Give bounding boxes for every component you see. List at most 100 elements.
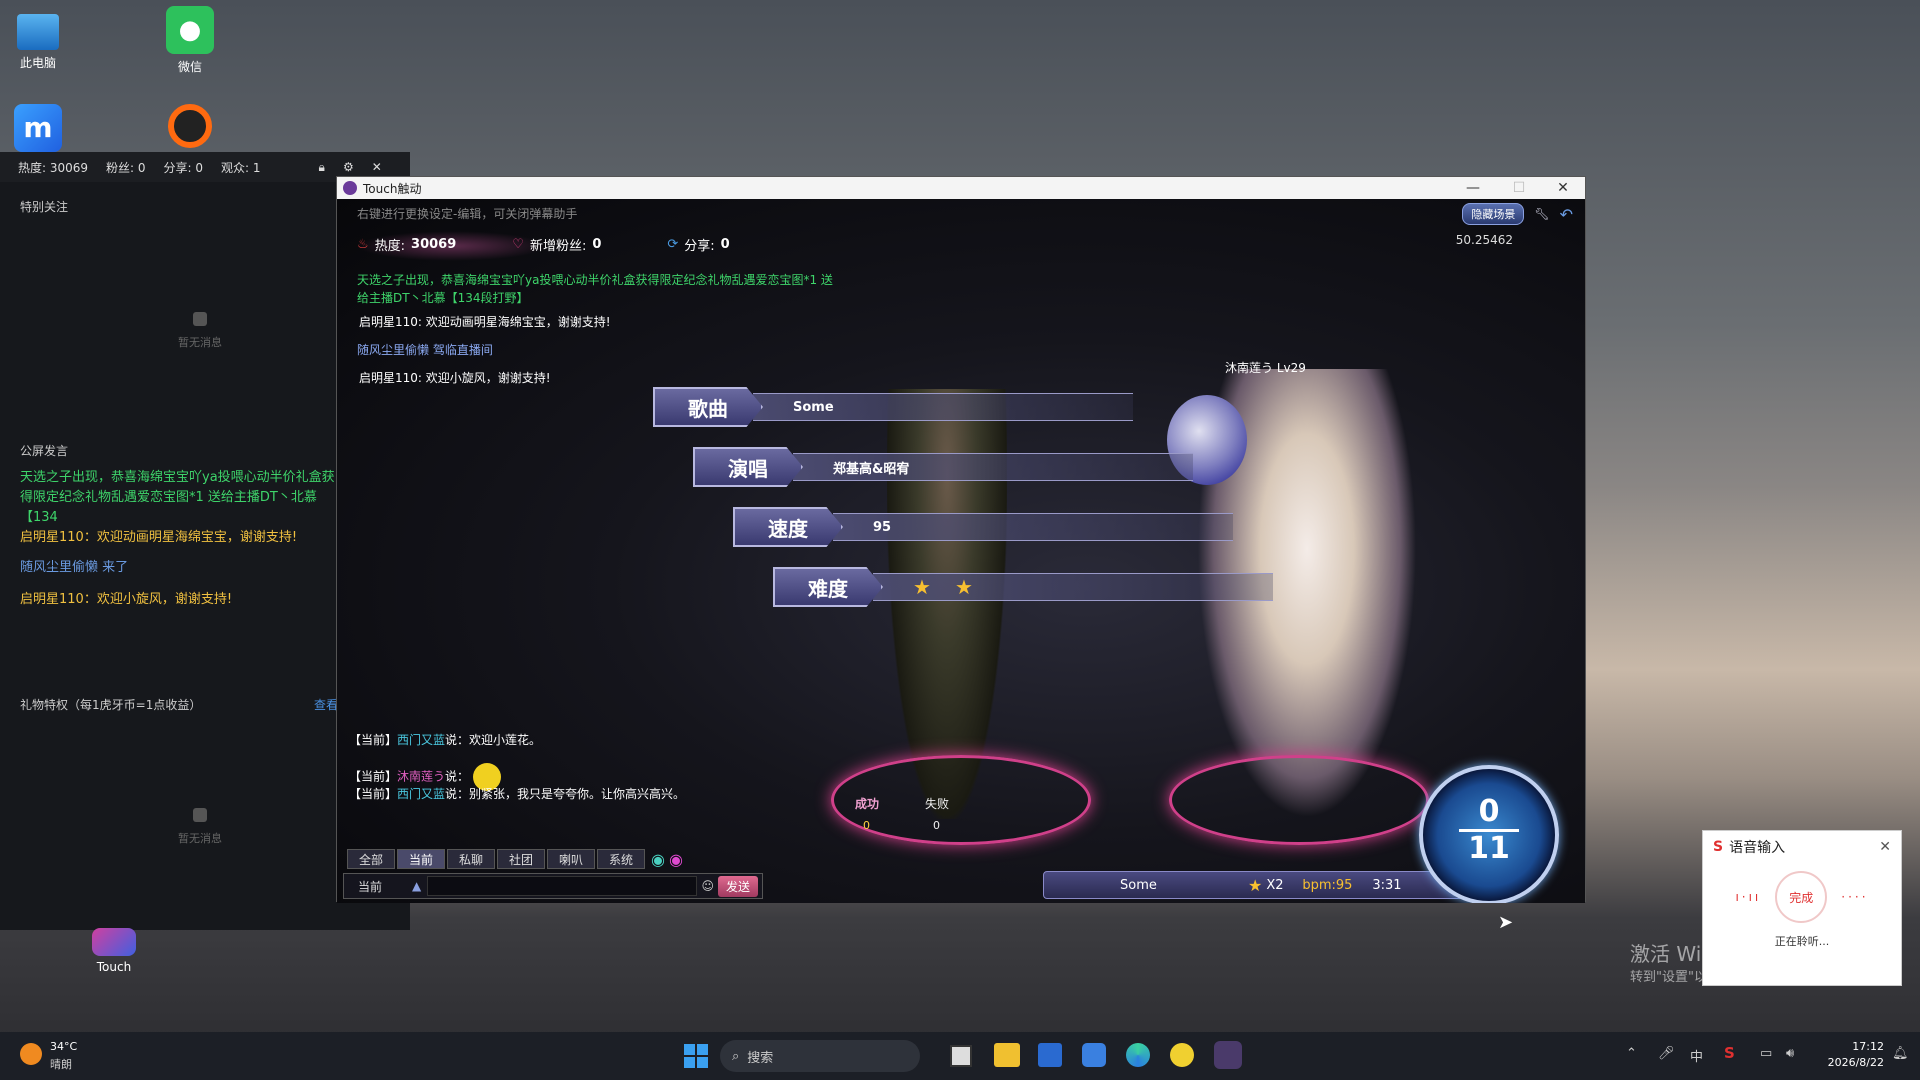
tab-speaker[interactable]: 喇叭	[547, 849, 595, 869]
chat-user[interactable]: 沐南莲う	[397, 770, 445, 784]
close-button[interactable]: ✕	[1543, 177, 1583, 199]
chat-text: 说：欢迎小莲花。	[445, 733, 542, 747]
task-view-icon[interactable]	[950, 1045, 972, 1067]
tab-private[interactable]: 私聊	[447, 849, 495, 869]
song-status-bar: Some ★ X2 bpm:95 3:31	[1043, 871, 1463, 899]
coordinate-readout: 50.25462	[1455, 233, 1513, 247]
share-label: 分享:	[684, 239, 715, 254]
tab-system[interactable]: 系统	[597, 849, 645, 869]
tab-all[interactable]: 全部	[347, 849, 395, 869]
action-icon[interactable]: ◉	[669, 850, 683, 869]
chat-prefix: 【当前】	[349, 733, 398, 747]
heat-stat: 热度: 30069	[18, 160, 89, 175]
close-icon[interactable]: ✕	[372, 160, 382, 174]
heart-floor-right	[1169, 755, 1429, 845]
song-label: 歌曲	[653, 387, 763, 427]
song-value: Some	[753, 393, 1133, 421]
empty-icon	[193, 312, 207, 326]
channel-select[interactable]: 当前	[344, 878, 412, 895]
public-chat-title: 公屏发言	[20, 444, 69, 458]
empty-text: 暂无消息	[178, 336, 222, 349]
weather-desc[interactable]: 晴朗	[50, 1056, 72, 1072]
search-placeholder: 搜索	[747, 1050, 774, 1066]
game-stats: ♨ 热度: 30069 ♡ 新增粉丝: 0 ⟳ 分享: 0	[357, 235, 730, 254]
empty-follow: 暂无消息	[170, 312, 230, 350]
chat-user[interactable]: 西门又蓝	[397, 787, 445, 801]
notification-icon[interactable]: 🔔︎	[1892, 1046, 1909, 1061]
network-icon[interactable]: ▭	[1760, 1046, 1772, 1061]
ime-icon[interactable]: 中	[1690, 1046, 1703, 1065]
volume-icon[interactable]: 🔊︎	[1786, 1046, 1794, 1061]
chat-prefix: 【当前】	[349, 787, 398, 801]
desktop-icon-meitu[interactable]: m	[0, 104, 78, 156]
maximize-button[interactable]: ☐	[1499, 177, 1539, 199]
hide-scene-button[interactable]: 隐藏场景	[1462, 203, 1525, 225]
file-explorer-icon[interactable]	[994, 1043, 1020, 1067]
bottom-chat-3: 【当前】西门又蓝说：别紧张，我只是夸夸你。让你高兴高兴。	[349, 785, 685, 802]
weather-sun-icon[interactable]	[20, 1043, 42, 1065]
edge-icon[interactable]	[1126, 1043, 1150, 1067]
record-icon	[168, 104, 212, 148]
sogou-icon: S	[1713, 839, 1724, 855]
touch-game-icon	[92, 928, 136, 956]
danmaku-tip: 右键进行更换设定-编辑，可关闭弹幕助手	[357, 207, 578, 221]
taskbar: 34°C 晴朗 ⌕ 搜索 ⌃ 🎤︎ 中 S ▭ 🔊︎ 17:12 2026/8/…	[0, 1032, 1920, 1080]
sogou-tray-icon[interactable]: S	[1724, 1044, 1735, 1062]
voice-close-icon[interactable]: ✕	[1879, 839, 1891, 855]
clock-date[interactable]: 2026/8/22	[1820, 1056, 1884, 1069]
status-star-icon: ★	[1248, 875, 1263, 895]
singer-row: 演唱 郑基高&昭宥	[693, 447, 1193, 487]
status-multiplier: X2	[1266, 877, 1284, 893]
public-msg-3: 随风尘里偷懒 来了	[20, 560, 129, 575]
tray-chevron-icon[interactable]: ⌃	[1626, 1046, 1637, 1061]
public-msg-4: 启明星110：欢迎小旋风，谢谢支持!	[20, 592, 233, 607]
voice-input-panel: S 语音输入 ✕ ı·ıı 完成 ···· 正在聆听...	[1702, 830, 1902, 986]
desktop-icon-touch[interactable]: Touch	[74, 928, 154, 974]
status-bpm: bpm:95	[1302, 877, 1353, 893]
public-msg-2: 启明星110：欢迎动画明星海绵宝宝，谢谢支持!	[20, 530, 298, 545]
settings-icon[interactable]: ⚙	[343, 160, 354, 174]
fail-label: 失败	[925, 797, 950, 811]
microphone-icon[interactable]: 🎤︎	[1658, 1046, 1675, 1061]
public-msg-1: 天选之子出现，恭喜海绵宝宝吖ya投喂心动半价礼盒获得限定纪念礼物乱遇爱恋宝图*1…	[20, 470, 335, 525]
minimize-button[interactable]: —	[1453, 177, 1493, 199]
star-icon: ★	[954, 575, 973, 599]
desktop-icon-record[interactable]	[150, 104, 230, 152]
game-scene[interactable]: 右键进行更换设定-编辑，可关闭弹幕助手 ♨ 热度: 30069 ♡ 新增粉丝: …	[337, 199, 1585, 903]
weather-temp[interactable]: 34°C	[50, 1040, 77, 1053]
game-chat-2: 启明星110: 欢迎动画明星海绵宝宝，谢谢支持!	[359, 315, 611, 329]
game-helper-icon[interactable]	[1170, 1043, 1194, 1067]
game-chat-4: 启明星110: 欢迎小旋风，谢谢支持!	[359, 371, 551, 385]
empty-text: 暂无消息	[178, 832, 222, 845]
expression-icon[interactable]: ◉	[651, 850, 665, 869]
this-pc-icon	[17, 14, 59, 50]
chat-user[interactable]: 西门又蓝	[397, 733, 445, 747]
desktop-icon-label: 微信	[177, 60, 202, 74]
emoji-button-icon[interactable]: ☺	[701, 879, 714, 893]
send-button[interactable]: 发送	[717, 875, 758, 897]
speed-value: 95	[833, 513, 1233, 541]
lock-icon[interactable]: 🔒︎	[319, 160, 325, 175]
store-icon[interactable]	[1038, 1043, 1062, 1067]
wrench-icon[interactable]: 🔧︎	[1534, 207, 1549, 221]
chat-input[interactable]	[427, 876, 698, 896]
clock-time[interactable]: 17:12	[1820, 1040, 1884, 1053]
success-count: 0	[863, 819, 870, 832]
desktop-icon-wechat[interactable]: ● 微信	[150, 6, 230, 75]
taskbar-search[interactable]: ⌕ 搜索	[720, 1040, 920, 1072]
share-icon: ⟳	[667, 237, 679, 252]
start-icon[interactable]	[684, 1044, 708, 1068]
game-chat-3: 随风尘里偷懒 驾临直播间	[357, 343, 493, 357]
back-icon[interactable]: ↶	[1560, 205, 1573, 224]
meitu-taskbar-icon[interactable]	[1082, 1043, 1106, 1067]
touch-taskbar-icon[interactable]	[1214, 1041, 1242, 1069]
desktop-icon-this-pc[interactable]: 此电脑	[0, 10, 78, 71]
tab-club[interactable]: 社团	[497, 849, 545, 869]
tab-current[interactable]: 当前	[397, 849, 445, 869]
status-duration: 3:31	[1372, 877, 1402, 893]
window-titlebar[interactable]: Touch触动 — ☐ ✕	[337, 177, 1585, 199]
channel-arrow-icon[interactable]: ▲	[412, 879, 421, 893]
scene-controls: 隐藏场景 🔧︎ ↶	[1462, 203, 1573, 225]
voice-done-button[interactable]: 完成	[1775, 871, 1828, 923]
touch-game-window[interactable]: Touch触动 — ☐ ✕ 右键进行更换设定-编辑，可关闭弹幕助手 ♨ 热度: …	[336, 176, 1586, 903]
